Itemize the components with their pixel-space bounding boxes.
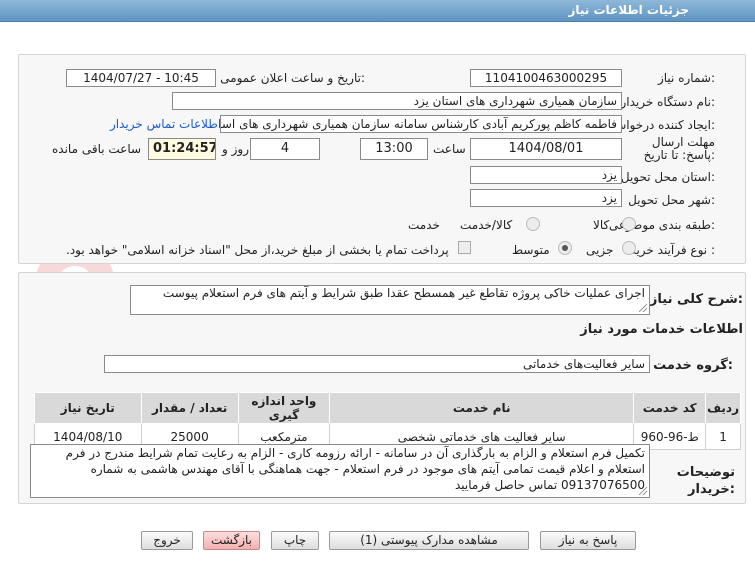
notes-label: توضیحات خریدار: bbox=[676, 465, 735, 497]
header-bar: جزئیات اطلاعات نیاز bbox=[0, 0, 755, 22]
deadline-time-field[interactable]: 13:00 bbox=[360, 138, 428, 160]
deadline-time-label: ساعت bbox=[433, 142, 466, 156]
category-radio-goods-service[interactable] bbox=[526, 217, 540, 231]
resize-handle-icon[interactable] bbox=[639, 304, 647, 312]
category-option-goods: کالا bbox=[593, 218, 610, 232]
remaining-timer: 01:24:57 bbox=[148, 138, 216, 160]
deadline-label: مهلت ارسال پاسخ: تا تاریخ: bbox=[643, 135, 715, 162]
process-option-minor: جزیی bbox=[586, 243, 614, 257]
cell-row: 1 bbox=[705, 423, 741, 450]
col-quantity: تعداد / مقدار bbox=[140, 392, 239, 424]
announce-datetime-field[interactable]: 1404/07/27 - 10:45 bbox=[66, 69, 216, 87]
payment-note: پرداخت تمام یا بخشی از مبلغ خرید،از محل … bbox=[66, 243, 449, 257]
remaining-label: ساعت باقی مانده bbox=[52, 142, 142, 156]
print-button[interactable]: چاپ bbox=[271, 531, 319, 550]
need-number-field[interactable]: 1104100463000295 bbox=[470, 69, 622, 87]
buyer-contact-link[interactable]: اطلاعات تماس خریدار bbox=[110, 117, 221, 131]
deadline-date-field[interactable]: 1404/08/01 bbox=[470, 138, 622, 160]
city-label: شهر محل تحویل: bbox=[628, 193, 715, 207]
buyer-org-label: نام دستگاه خریدار: bbox=[620, 95, 716, 109]
summary-text: اجرای عملیات خاکی پروژه تقاطع غیر همسطح … bbox=[162, 286, 645, 300]
exit-button[interactable]: خروج bbox=[141, 531, 193, 550]
attachments-button[interactable]: مشاهده مدارک پیوستی (1) bbox=[329, 531, 529, 550]
summary-field[interactable]: اجرای عملیات خاکی پروژه تقاطع غیر همسطح … bbox=[130, 285, 650, 315]
col-need-date: تاریخ نیاز bbox=[34, 392, 142, 424]
summary-label: شرح کلی نیاز: bbox=[649, 292, 743, 307]
province-field[interactable]: یزد bbox=[470, 166, 622, 184]
page-title: جزئیات اطلاعات نیاز bbox=[568, 3, 689, 17]
treasury-checkbox[interactable] bbox=[458, 241, 471, 254]
days-label: روز و bbox=[222, 142, 249, 156]
col-row: ردیف bbox=[705, 392, 741, 424]
back-button[interactable]: بازگشت bbox=[203, 531, 260, 550]
table-header-row: ردیف کد خدمت نام خدمت واحد اندازه گیری ت… bbox=[34, 392, 741, 424]
services-table: ردیف کد خدمت نام خدمت واحد اندازه گیری ت… bbox=[34, 392, 741, 450]
process-radio-minor[interactable] bbox=[622, 241, 636, 255]
col-unit: واحد اندازه گیری bbox=[237, 392, 331, 424]
notes-text: تکمیل فرم استعلام و الزام به بارگذاری آن… bbox=[65, 446, 645, 492]
resize-handle-icon[interactable] bbox=[639, 487, 647, 495]
col-service-code: کد خدمت bbox=[633, 392, 707, 424]
need-number-label: شماره نیاز: bbox=[657, 71, 715, 85]
province-label: استان محل تحویل: bbox=[620, 170, 715, 184]
notes-field[interactable]: تکمیل فرم استعلام و الزام به بارگذاری آن… bbox=[30, 444, 650, 498]
process-label: نوع فرآیند خرید : bbox=[630, 243, 715, 257]
reply-button[interactable]: پاسخ به نیاز bbox=[540, 531, 636, 550]
days-remaining-field[interactable]: 4 bbox=[250, 138, 320, 160]
service-group-label: گروه خدمت: bbox=[653, 358, 733, 373]
process-radio-medium[interactable] bbox=[558, 241, 572, 255]
service-group-field[interactable]: سایر فعالیت‌های خدماتی bbox=[104, 355, 650, 373]
creator-field[interactable]: فاطمه کاظم پورکریم آبادی کارشناس سامانه … bbox=[220, 115, 622, 133]
process-option-medium: متوسط bbox=[512, 243, 550, 257]
category-option-goods-service: کالا/خدمت bbox=[460, 218, 513, 232]
buyer-org-field[interactable]: سازمان همیاری شهرداری های استان یزد bbox=[172, 92, 622, 110]
category-radio-goods[interactable] bbox=[622, 217, 636, 231]
col-service-name: نام خدمت bbox=[329, 392, 635, 424]
services-title: اطلاعات خدمات مورد نیاز bbox=[580, 322, 743, 337]
announce-label: تاریخ و ساعت اعلان عمومی: bbox=[220, 71, 365, 85]
city-field[interactable]: یزد bbox=[470, 189, 622, 207]
